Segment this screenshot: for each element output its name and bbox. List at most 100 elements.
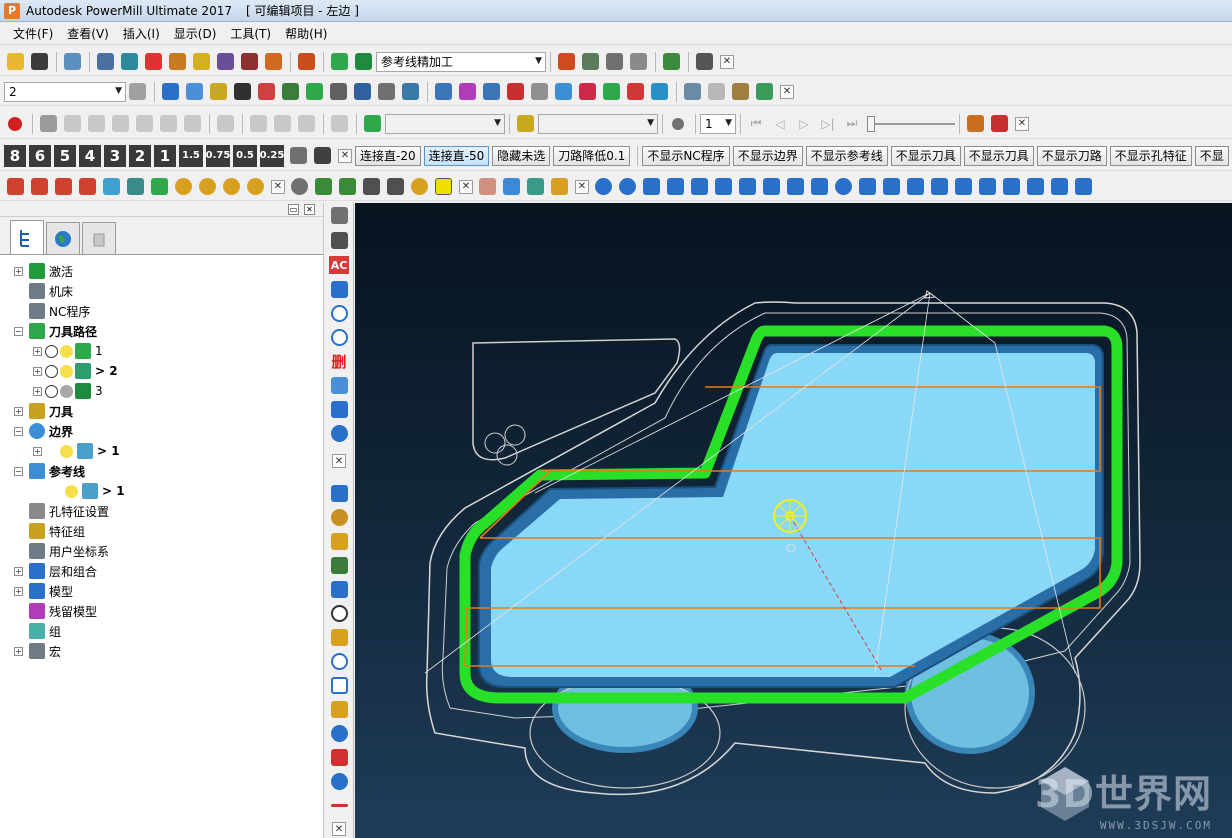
menu-help[interactable]: 帮助(H) [278,25,334,42]
close-toolbar-icon[interactable]: ✕ [720,54,734,69]
sim-tool-select[interactable]: ▼ [538,113,658,134]
zoom-button[interactable] [592,176,614,198]
toolpath-tool-5[interactable] [255,81,277,103]
connect-straight-20-button[interactable]: 连接直-20 [355,145,421,166]
hide-tool-button[interactable]: 不显示刀具 [890,145,961,166]
boundary-tool-8[interactable] [600,81,622,103]
view-tool-21[interactable] [524,176,546,198]
digit-button-1[interactable]: 1 [154,144,176,167]
expand-icon[interactable]: + [33,346,42,356]
v-tool-layer-button[interactable] [328,627,350,647]
holder-button[interactable] [729,81,751,103]
tree-item-boundary-1[interactable]: + > 1 [0,441,323,461]
tree-item-toolpaths[interactable]: − 刀具路径 [0,321,323,341]
link-button[interactable] [856,176,878,198]
v-tool-hat-button[interactable] [328,531,350,551]
slider-thumb[interactable] [867,115,875,132]
step-back-button[interactable]: ◁ [769,113,791,135]
end-point-button[interactable] [214,51,236,73]
sim-tool-3[interactable] [85,113,107,135]
level-select[interactable]: 2 ▼ [4,81,126,102]
tree-item-stock-models[interactable]: 残留模型 [0,601,323,621]
hide-unselected-button[interactable]: 隐藏未选 [492,145,551,166]
simulation-button[interactable] [295,51,317,73]
toolpath-connect-button[interactable] [262,51,284,73]
expand-icon[interactable]: + [33,446,42,456]
sim-tool-5[interactable] [133,113,155,135]
v-tool-delete-button[interactable]: 删 [328,351,350,371]
view-tool-18[interactable] [432,176,454,198]
book-button[interactable] [760,176,782,198]
text-button[interactable] [976,176,998,198]
go-end-button[interactable]: ⏭ [841,113,863,135]
close-panel-icon[interactable]: ✕ [304,204,315,215]
v-tool-box-button[interactable] [328,555,350,575]
view-tool-7[interactable] [148,176,170,198]
v-tool-view-button[interactable] [328,483,350,503]
digit-button-6[interactable]: 6 [29,144,51,167]
close-toolbar-icon[interactable]: ✕ [780,84,794,99]
hide-boundary-button[interactable]: 不显示边界 [732,145,803,166]
v-tool-info-button[interactable] [328,771,350,791]
v-tool-holder-button[interactable] [328,205,350,225]
hide-tool-button-2[interactable]: 不显示刀具 [963,145,1034,166]
lower-toolpath-button[interactable]: 刀路降低0.1 [553,145,631,166]
v-tool-abc-button[interactable] [328,279,350,299]
expand-icon[interactable]: + [33,366,42,376]
digit-button-3[interactable]: 3 [104,144,126,167]
expand-icon[interactable]: + [14,266,23,276]
toolpath-strategy-button[interactable] [328,51,350,73]
hand-button[interactable] [952,176,974,198]
graphics-viewport[interactable]: 3D世界网 WWW.3DSJW.COM [355,203,1232,838]
sim-tool-10[interactable] [271,113,293,135]
tree-item-patterns[interactable]: − 参考线 [0,461,323,481]
go-start-button[interactable]: ⏮ [745,113,767,135]
pan-button[interactable] [904,176,926,198]
view-tool-17[interactable] [408,176,430,198]
excel-button[interactable] [1048,176,1070,198]
v-tool-square-button[interactable] [328,675,350,695]
tree-item-boundaries[interactable]: − 边界 [0,421,323,441]
tag-button[interactable] [1024,176,1046,198]
toolpath-tool-7[interactable] [303,81,325,103]
sim-tool-2[interactable] [61,113,83,135]
toolpath-tool-3[interactable] [207,81,229,103]
tree-item-levels-sets[interactable]: + 层和组合 [0,561,323,581]
close-toolbar-icon[interactable]: ✕ [338,148,352,163]
tab-explorer-tree[interactable] [10,220,44,254]
sim-tool-1[interactable] [37,113,59,135]
sim-tool-11[interactable] [295,113,317,135]
tree-item-workplanes[interactable]: 用户坐标系 [0,541,323,561]
digit-button-0-5[interactable]: 0.5 [233,144,257,167]
tree-item-toolpath-2[interactable]: + > 2 [0,361,323,381]
toolpath-tool-1[interactable] [159,81,181,103]
sim-tool-7[interactable] [181,113,203,135]
boundary-tool-4[interactable] [504,81,526,103]
v-tool-crosshair-button[interactable] [328,327,350,347]
sim-tool-9[interactable] [247,113,269,135]
sim-tool-12[interactable] [328,113,350,135]
sim-tool-6[interactable] [157,113,179,135]
boundary-tool-9[interactable] [624,81,646,103]
v-close-button[interactable]: ✕ [328,451,350,471]
sim-tool-4[interactable] [109,113,131,135]
boundary-tool-5[interactable] [528,81,550,103]
menu-view[interactable]: 查看(V) [60,25,116,42]
hide-pattern-button[interactable]: 不显示参考线 [805,145,888,166]
tree-item-models[interactable]: + 模型 [0,581,323,601]
toolpath-tool-9[interactable] [351,81,373,103]
v-tool-axis-button[interactable] [328,579,350,599]
open-project-button[interactable] [4,51,26,73]
move-button[interactable] [808,176,830,198]
expand-icon[interactable]: + [14,566,23,576]
macro-tool-1[interactable] [287,145,309,167]
active-toolpath-icon-button[interactable] [352,51,374,73]
view-tool-11[interactable] [244,176,266,198]
view-tool-12[interactable] [288,176,310,198]
digit-button-5[interactable]: 5 [54,144,76,167]
menu-display[interactable]: 显示(D) [167,25,224,42]
close-toolbar-icon[interactable]: ✕ [575,179,589,194]
leads-links-button[interactable] [166,51,188,73]
calc-button[interactable] [603,51,625,73]
cubes-button[interactable] [640,176,662,198]
